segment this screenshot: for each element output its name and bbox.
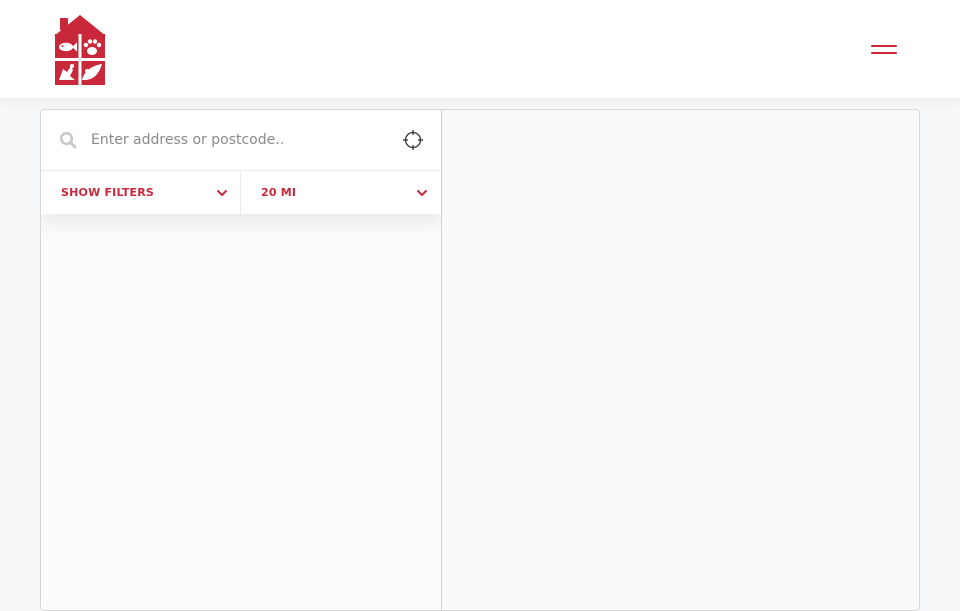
radius-dropdown[interactable]: 20 MI: [241, 171, 441, 214]
crosshair-locate-icon[interactable]: [402, 129, 424, 151]
pet-house-logo-icon[interactable]: [54, 14, 106, 86]
menu-bar: [871, 45, 897, 47]
show-filters-dropdown[interactable]: SHOW FILTERS: [41, 171, 241, 214]
locator-container: SHOW FILTERS 20 MI: [40, 109, 920, 611]
chevron-down-icon: [416, 183, 428, 196]
hamburger-menu-icon[interactable]: [868, 38, 900, 62]
show-filters-label: SHOW FILTERS: [61, 186, 155, 199]
site-header: [0, 0, 960, 98]
address-search-input[interactable]: [91, 125, 381, 155]
chevron-down-icon: [216, 183, 228, 196]
filters-row: SHOW FILTERS 20 MI: [41, 171, 441, 214]
results-panel: SHOW FILTERS 20 MI: [41, 110, 442, 610]
menu-bar: [871, 52, 897, 54]
radius-label: 20 MI: [261, 186, 297, 199]
search-icon: [59, 131, 77, 149]
search-row: [41, 110, 441, 171]
map-panel[interactable]: [442, 110, 919, 610]
search-card: SHOW FILTERS 20 MI: [41, 110, 441, 214]
